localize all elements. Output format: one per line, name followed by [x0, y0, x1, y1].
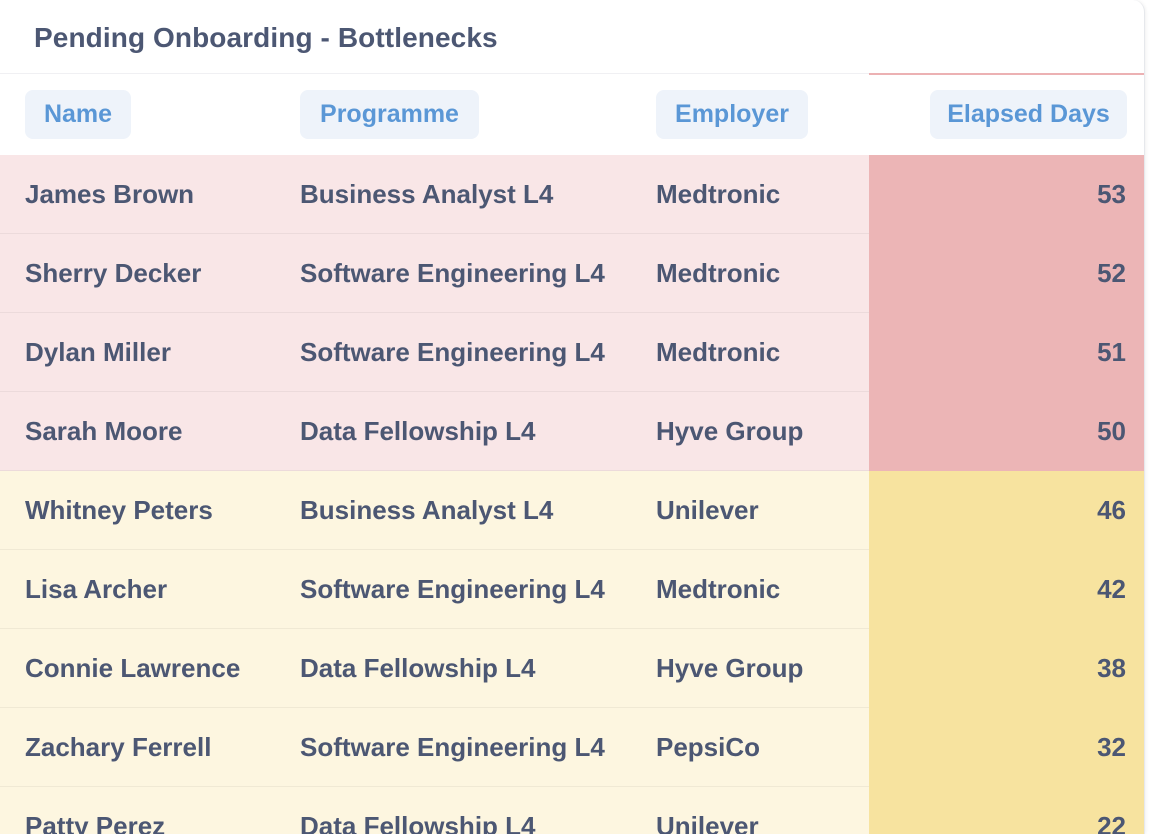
cell-elapsed-days: 38	[869, 629, 1144, 708]
cell-elapsed-days: 52	[869, 234, 1144, 313]
cell-programme: Data Fellowship L4	[300, 416, 536, 446]
cell-elapsed-days: 50	[869, 392, 1144, 471]
table-row[interactable]: Lisa Archer Software Engineering L4 Medt…	[0, 550, 1144, 629]
table-row[interactable]: Zachary Ferrell Software Engineering L4 …	[0, 708, 1144, 787]
cell-employer: Medtronic	[656, 337, 781, 367]
cell-employer: Hyve Group	[656, 416, 804, 446]
cell-name: James Brown	[25, 179, 195, 209]
table-row[interactable]: Dylan Miller Software Engineering L4 Med…	[0, 313, 1144, 392]
cell-programme: Data Fellowship L4	[300, 653, 536, 683]
cell-elapsed-days: 53	[869, 155, 1144, 234]
cell-name: Patty Perez	[25, 811, 166, 834]
cell-programme: Business Analyst L4	[300, 179, 554, 209]
cell-programme: Business Analyst L4	[300, 495, 554, 525]
cell-employer: Medtronic	[656, 258, 781, 288]
cell-elapsed-days: 22	[869, 787, 1144, 834]
cell-employer: Medtronic	[656, 574, 781, 604]
cell-name: Sherry Decker	[25, 258, 202, 288]
table-row[interactable]: James Brown Business Analyst L4 Medtroni…	[0, 155, 1144, 234]
column-header-elapsed-days[interactable]: Elapsed Days	[930, 90, 1127, 139]
column-header-programme[interactable]: Programme	[300, 90, 479, 139]
cell-employer: Hyve Group	[656, 653, 804, 683]
cell-name: Zachary Ferrell	[25, 732, 212, 762]
cell-name: Sarah Moore	[25, 416, 183, 446]
column-header-name[interactable]: Name	[25, 90, 131, 139]
cell-elapsed-days: 42	[869, 550, 1144, 629]
cell-name: Connie Lawrence	[25, 653, 241, 683]
cell-name: Lisa Archer	[25, 574, 168, 604]
table-row[interactable]: Patty Perez Data Fellowship L4 Unilever …	[0, 787, 1144, 834]
cell-programme: Software Engineering L4	[300, 574, 605, 604]
table-row[interactable]: Sarah Moore Data Fellowship L4 Hyve Grou…	[0, 392, 1144, 471]
cell-name: Dylan Miller	[25, 337, 171, 367]
cell-elapsed-days: 51	[869, 313, 1144, 392]
cell-elapsed-days: 46	[869, 471, 1144, 550]
cell-employer: Medtronic	[656, 179, 781, 209]
cell-employer: PepsiCo	[656, 732, 761, 762]
table-row[interactable]: Whitney Peters Business Analyst L4 Unile…	[0, 471, 1144, 550]
cell-programme: Software Engineering L4	[300, 337, 605, 367]
cell-elapsed-days: 32	[869, 708, 1144, 787]
cell-employer: Unilever	[656, 495, 759, 525]
cell-employer: Unilever	[656, 811, 759, 834]
table-row[interactable]: Sherry Decker Software Engineering L4 Me…	[0, 234, 1144, 313]
cell-programme: Data Fellowship L4	[300, 811, 536, 834]
cell-name: Whitney Peters	[25, 495, 213, 525]
table-body: James Brown Business Analyst L4 Medtroni…	[0, 155, 1144, 834]
cell-programme: Software Engineering L4	[300, 732, 605, 762]
elapsed-days-accent	[869, 73, 1144, 75]
column-header-employer[interactable]: Employer	[656, 90, 808, 139]
card-title[interactable]: Pending Onboarding - Bottlenecks	[34, 22, 498, 54]
table-row[interactable]: Connie Lawrence Data Fellowship L4 Hyve …	[0, 629, 1144, 708]
dashboard-card: Pending Onboarding - Bottlenecks Name Pr…	[0, 0, 1145, 834]
cell-programme: Software Engineering L4	[300, 258, 605, 288]
